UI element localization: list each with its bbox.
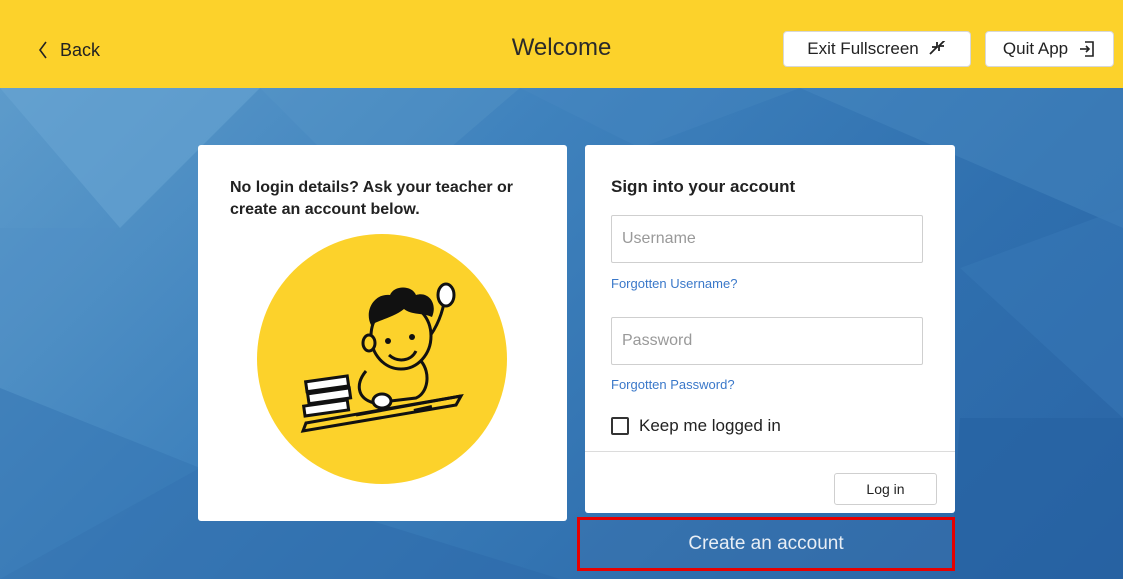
exit-fullscreen-button[interactable]: Exit Fullscreen [783,31,971,67]
password-input[interactable] [611,317,923,365]
quit-app-icon [1080,41,1094,57]
quit-app-button[interactable]: Quit App [985,31,1114,67]
exit-fullscreen-icon [929,41,946,55]
back-button[interactable]: Back [38,36,100,64]
forgotten-username-link[interactable]: Forgotten Username? [611,276,737,291]
keep-logged-in-option[interactable]: Keep me logged in [611,416,781,436]
chevron-left-icon [39,41,47,59]
student-raising-hand-illustration [257,234,507,484]
forgotten-password-link[interactable]: Forgotten Password? [611,377,735,392]
log-in-button[interactable]: Log in [834,473,937,505]
sign-in-card: Sign into your account Forgotten Usernam… [585,145,955,513]
create-account-button[interactable]: Create an account [577,517,955,571]
divider [585,451,955,452]
sign-in-title: Sign into your account [611,177,796,196]
quit-app-label: Quit App [1002,39,1069,58]
info-message: No login details? Ask your teacher or cr… [230,179,514,218]
page-title: Welcome [511,34,612,61]
checkbox-icon[interactable] [611,417,629,435]
exit-fullscreen-label: Exit Fullscreen [807,39,919,58]
header-bar: Back Welcome Exit Fullscreen Quit App [0,0,1123,88]
username-input[interactable] [611,215,923,263]
info-card: No login details? Ask your teacher or cr… [198,145,567,521]
back-label: Back [60,39,101,60]
keep-logged-in-label: Keep me logged in [639,416,781,435]
